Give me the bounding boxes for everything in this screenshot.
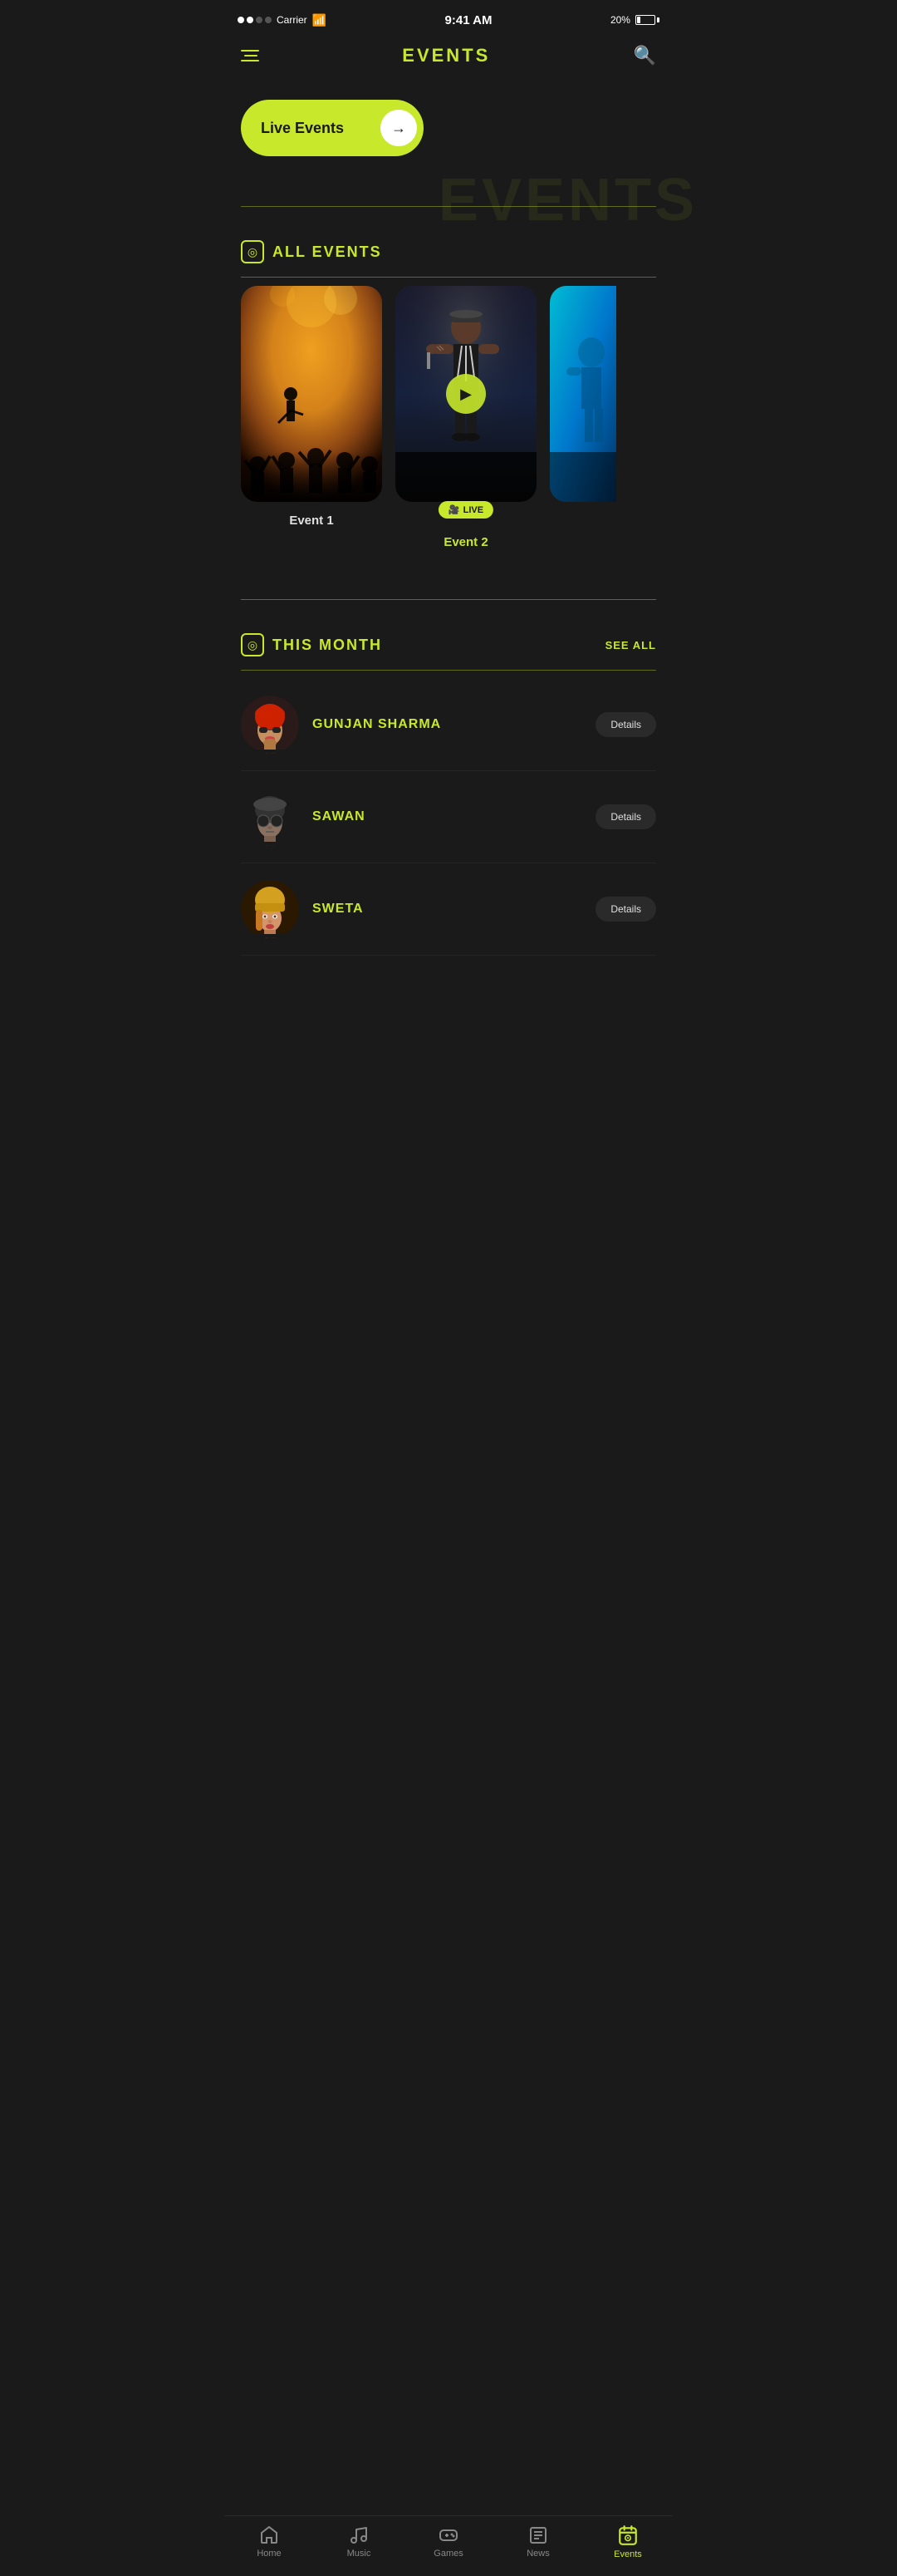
this-month-divider-top xyxy=(241,599,656,600)
this-month-title: THIS MONTH xyxy=(272,637,382,654)
artist-list: GUNJAN SHARMA Details xyxy=(224,671,673,964)
artist-item-sawan[interactable]: SAWAN Details xyxy=(241,771,656,863)
live-badge-text: LIVE xyxy=(463,505,483,515)
signal-dot-4 xyxy=(265,17,272,23)
bottom-spacer xyxy=(224,964,673,1047)
nav-item-home[interactable]: Home xyxy=(244,2525,294,2559)
page-title: EVENTS xyxy=(402,45,490,66)
signal-dot-2 xyxy=(247,17,253,23)
event-card-3[interactable] xyxy=(550,286,616,549)
nav-events-label: Events xyxy=(614,2549,642,2559)
calendar-icon xyxy=(241,240,264,263)
nav-item-games[interactable]: Games xyxy=(424,2525,473,2559)
events-nav-icon xyxy=(617,2524,639,2546)
games-icon xyxy=(439,2525,458,2545)
carrier-label: Carrier xyxy=(277,14,307,26)
signal-dot-3 xyxy=(256,17,262,23)
app-header: EVENTS 🔍 xyxy=(224,37,673,75)
status-right: 20% xyxy=(610,14,659,26)
event-2-name: Event 2 xyxy=(444,535,488,549)
news-icon xyxy=(528,2525,548,2545)
all-events-title: ALL EVENTS xyxy=(272,243,382,261)
nav-home-label: Home xyxy=(257,2549,281,2559)
avatar-sawan xyxy=(241,788,299,846)
status-bar: Carrier 📶 9:41 AM 20% xyxy=(224,0,673,37)
avatar-sweta xyxy=(241,880,299,938)
battery-icon xyxy=(635,15,659,25)
sawan-name: SAWAN xyxy=(312,809,582,824)
filter-line-2 xyxy=(244,55,257,57)
nav-item-events[interactable]: Events xyxy=(603,2524,653,2559)
video-camera-icon: 🎥 xyxy=(448,504,460,515)
bottom-navigation: Home Music Games News xyxy=(224,2515,673,2576)
nav-item-news[interactable]: News xyxy=(513,2525,563,2559)
this-month-section: THIS MONTH SEE ALL xyxy=(224,599,673,964)
home-icon xyxy=(259,2525,279,2545)
filter-line-3 xyxy=(241,60,259,61)
filter-line-1 xyxy=(241,50,259,52)
avatar-gunjan xyxy=(241,696,299,754)
event-image-3 xyxy=(550,286,616,502)
this-month-calendar-icon xyxy=(241,633,264,656)
this-month-header: THIS MONTH SEE ALL xyxy=(224,633,673,656)
all-events-section: ALL EVENTS xyxy=(224,206,673,566)
this-month-title-group: THIS MONTH xyxy=(241,633,382,656)
battery-percent: 20% xyxy=(610,14,630,26)
events-scroll-container[interactable]: Event 1 xyxy=(224,278,673,566)
see-all-button[interactable]: SEE ALL xyxy=(605,639,656,651)
this-month-divider-bottom xyxy=(241,670,656,671)
signal-dot-1 xyxy=(238,17,244,23)
gunjan-details-button[interactable]: Details xyxy=(596,712,656,737)
search-icon[interactable]: 🔍 xyxy=(634,45,656,66)
live-banner-text: Live Events xyxy=(261,120,344,137)
music-icon xyxy=(349,2525,369,2545)
signal-dots xyxy=(238,17,272,23)
section-divider-top xyxy=(241,206,656,207)
filter-button[interactable] xyxy=(241,50,259,61)
gunjan-sharma-name: GUNJAN SHARMA xyxy=(312,717,582,732)
wifi-icon: 📶 xyxy=(312,13,326,27)
arrow-icon: → xyxy=(391,120,406,137)
section-title-group: ALL EVENTS xyxy=(241,240,382,263)
sweta-name: SWETA xyxy=(312,902,582,917)
all-events-header: ALL EVENTS xyxy=(224,240,673,263)
nav-news-label: News xyxy=(527,2549,550,2559)
status-time: 9:41 AM xyxy=(445,13,493,27)
event-image-2: ▶ 🎥 LIVE xyxy=(395,286,537,502)
nav-music-label: Music xyxy=(347,2549,371,2559)
artist-item-sweta[interactable]: SWETA Details xyxy=(241,863,656,956)
nav-item-music[interactable]: Music xyxy=(334,2525,384,2559)
status-left: Carrier 📶 xyxy=(238,13,326,27)
play-button-event-2[interactable]: ▶ xyxy=(446,374,486,414)
live-events-banner[interactable]: Live Events → xyxy=(241,100,424,156)
section-divider-bottom xyxy=(241,277,656,278)
artist-item-gunjan[interactable]: GUNJAN SHARMA Details xyxy=(241,679,656,771)
event-1-name: Event 1 xyxy=(289,514,333,528)
live-banner-arrow-button[interactable]: → xyxy=(380,110,417,146)
sawan-details-button[interactable]: Details xyxy=(596,804,656,829)
sweta-details-button[interactable]: Details xyxy=(596,897,656,922)
event-image-1 xyxy=(241,286,382,502)
event-card-1[interactable]: Event 1 xyxy=(241,286,382,549)
nav-games-label: Games xyxy=(434,2549,463,2559)
live-badge-event-2: 🎥 LIVE xyxy=(439,501,493,519)
event-card-2[interactable]: ▶ 🎥 LIVE Event 2 xyxy=(395,286,537,549)
